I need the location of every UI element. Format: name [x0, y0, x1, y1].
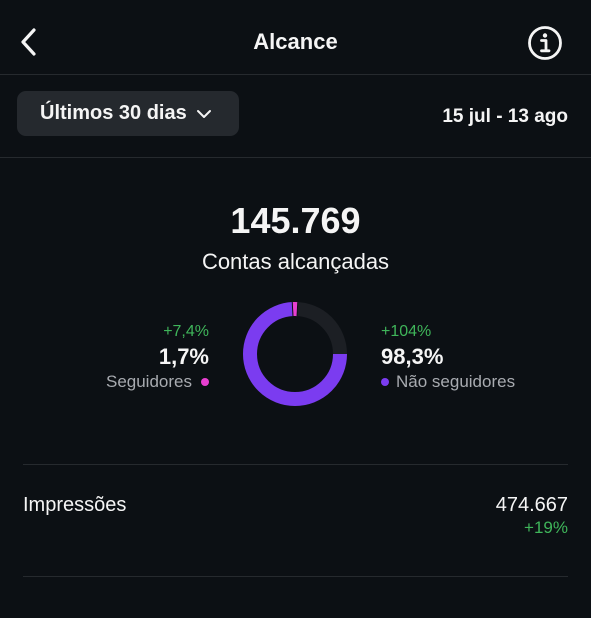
page-title: Alcance — [253, 29, 338, 54]
header: Alcance — [0, 0, 591, 75]
info-circle-icon — [528, 26, 562, 60]
non-followers-dot — [381, 378, 389, 386]
impressions-label: Impressões — [23, 494, 127, 516]
non-followers-percent: 98,3% — [381, 344, 444, 369]
followers-stats: +7,4% 1,7% Seguidores — [106, 322, 209, 393]
impressions-change: +19% — [524, 518, 568, 537]
non-followers-stats: +104% 98,3% Não seguidores — [381, 322, 515, 393]
chevron-down-icon — [196, 109, 212, 119]
period-dropdown[interactable]: Últimos 30 dias — [17, 91, 239, 136]
reach-donut-chart — [243, 302, 347, 406]
non-followers-legend-label: Não seguidores — [396, 372, 516, 391]
non-followers-legend: Não seguidores — [381, 371, 515, 393]
divider — [23, 464, 568, 465]
date-range: 15 jul - 13 ago — [442, 106, 568, 127]
period-label: Últimos 30 dias — [40, 102, 187, 124]
reached-accounts-label: Contas alcançadas — [201, 249, 390, 274]
reached-accounts-total: 145.769 — [230, 200, 361, 241]
filter-row: Últimos 30 dias 15 jul - 13 ago — [0, 75, 591, 158]
non-followers-change: +104% — [381, 323, 432, 340]
reach-screen: Alcance Últimos 30 dias 15 jul - 13 ago … — [0, 0, 591, 618]
followers-legend: Seguidores — [106, 371, 209, 393]
info-button[interactable] — [526, 24, 564, 62]
impressions-value: 474.667 — [495, 494, 568, 516]
followers-dot — [201, 378, 209, 386]
followers-percent: 1,7% — [158, 344, 209, 369]
followers-change: +7,4% — [163, 323, 209, 340]
divider — [23, 576, 568, 577]
followers-legend-label: Seguidores — [105, 372, 192, 391]
